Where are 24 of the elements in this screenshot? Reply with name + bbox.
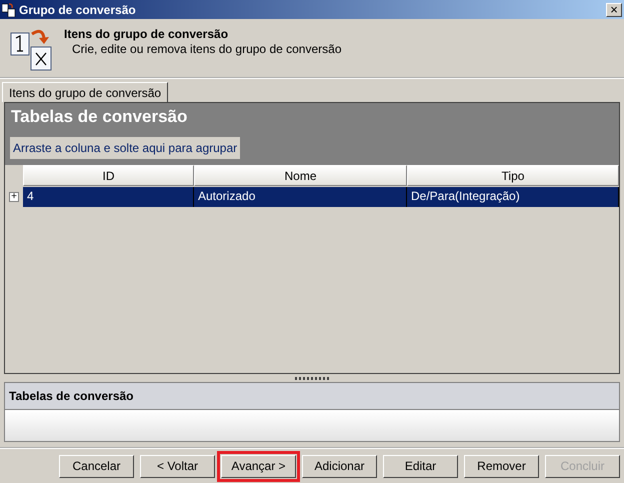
- tab[interactable]: Itens do grupo de conversão: [2, 82, 168, 102]
- table-cell: Autorizado: [194, 187, 407, 207]
- group-by-area[interactable]: Arraste a coluna e solte aqui para agrupar: [10, 137, 240, 159]
- splitter-handle[interactable]: [295, 376, 329, 380]
- detail-title: Tabelas de conversão: [5, 383, 619, 410]
- dialog-button[interactable]: Adicionar: [302, 454, 377, 478]
- header-subtitle: Crie, edite ou remova itens do grupo de conversão: [71, 42, 342, 56]
- app-icon: [2, 2, 16, 16]
- dialog-button[interactable]: Cancelar: [59, 454, 134, 478]
- table-row[interactable]: + 4 Autorizado De/Para(Integração): [5, 187, 619, 207]
- column-header[interactable]: ID: [23, 165, 194, 186]
- header-title: Itens do grupo de conversão: [64, 27, 230, 41]
- table-cell: 4: [23, 187, 194, 207]
- grid-title: Tabelas de conversão: [10, 106, 188, 128]
- dialog-button[interactable]: Editar: [383, 454, 458, 478]
- close-button[interactable]: ×: [606, 2, 622, 16]
- expand-button[interactable]: +: [9, 192, 19, 202]
- table-cell: De/Para(Integração): [407, 187, 619, 207]
- column-header[interactable]: Tipo: [407, 165, 619, 186]
- dialog-button[interactable]: Remover: [464, 454, 539, 478]
- window-title: Grupo de conversão: [19, 2, 137, 16]
- dialog-button[interactable]: Avançar >: [221, 454, 296, 478]
- column-header[interactable]: Nome: [194, 165, 407, 186]
- dialog-button[interactable]: < Voltar: [140, 454, 215, 478]
